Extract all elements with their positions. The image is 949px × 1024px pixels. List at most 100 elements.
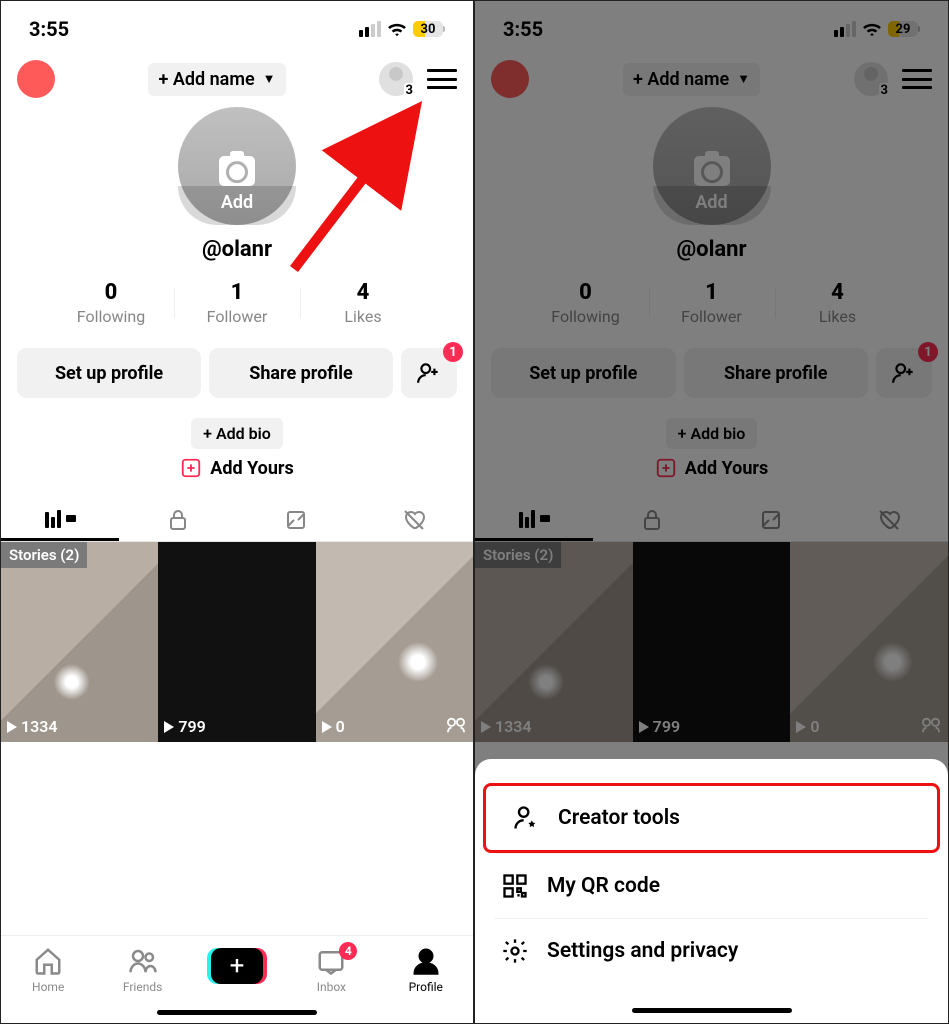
top-nav: + Add name ▼ 3 [475,47,948,105]
heart-hidden-icon [877,508,901,532]
play-icon [481,721,491,733]
avatar-add-label: Add [653,186,771,225]
tab-private[interactable] [593,499,711,541]
stat-likes[interactable]: 4Likes [300,280,426,326]
add-yours-button[interactable]: Add Yours [180,457,294,479]
home-icon [33,946,63,976]
share-profile-button[interactable]: Share profile [209,348,393,398]
setup-profile-button[interactable]: Set up profile [491,348,676,398]
play-icon [164,721,174,733]
tab-feed[interactable] [475,499,593,541]
video-thumb[interactable]: 799 [633,542,791,742]
battery-icon: 29 [888,21,920,37]
video-thumb[interactable]: Stories (2) 1334 [475,542,633,742]
add-yours-label: Add Yours [210,458,294,479]
content-tabs [475,499,948,542]
lock-icon [640,508,664,532]
signal-icon [359,21,381,37]
profile-icon [411,946,441,976]
feed-sort-icon [45,510,76,528]
plus-icon: + [230,953,245,979]
content-tabs [1,499,473,542]
video-thumb[interactable]: 0 [790,542,948,742]
add-name-button[interactable]: + Add name ▼ [623,63,760,96]
wifi-icon [861,21,883,37]
creator-tools-icon [512,804,540,832]
live-avatar-icon[interactable] [17,60,55,98]
video-thumb[interactable]: Stories (2) 1334 [1,542,158,742]
live-avatar-icon[interactable] [491,60,529,98]
account-switch-button[interactable]: 3 [854,62,888,96]
play-count: 0 [796,717,819,736]
profile-avatar-button[interactable]: Add [178,107,296,225]
play-icon [639,721,649,733]
tab-reposts[interactable] [712,499,830,541]
tab-home[interactable]: Home [8,946,88,994]
menu-button[interactable] [902,69,932,89]
play-count: 1334 [7,717,58,736]
menu-item-qr[interactable]: My QR code [475,854,948,918]
status-bar: 3:55 29 [475,1,948,47]
bio-area: + Add bio Add Yours [475,418,948,479]
phone-left: 3:55 30 + Add name ▼ 3 Add @olanr [0,0,474,1024]
share-profile-button[interactable]: Share profile [684,348,869,398]
stat-followers[interactable]: 1Follower [649,280,775,326]
time: 3:55 [29,17,69,41]
add-friends-button[interactable]: 1 [876,348,932,398]
play-icon [7,721,17,733]
username: @olanr [202,237,272,262]
setup-profile-button[interactable]: Set up profile [17,348,201,398]
add-name-label: + Add name [633,69,729,90]
add-friends-button[interactable]: 1 [401,348,457,398]
signal-icon [834,21,856,37]
create-button[interactable]: + [211,948,263,984]
menu-item-creator-tools[interactable]: Creator tools [483,783,940,853]
menu-button[interactable] [427,69,457,89]
profile-actions: Set up profile Share profile 1 [1,348,473,398]
video-thumb[interactable]: 0 [316,542,473,742]
add-bio-button[interactable]: + Add bio [191,418,283,449]
video-thumb[interactable]: 799 [158,542,315,742]
wifi-icon [386,21,408,37]
account-switch-button[interactable]: 3 [379,62,413,96]
stat-following[interactable]: 0Following [48,280,174,326]
tab-feed[interactable] [1,499,119,541]
tab-friends[interactable]: Friends [103,946,183,994]
menu-item-settings[interactable]: Settings and privacy [475,919,948,983]
profile-actions: Set up profile Share profile 1 [475,348,948,398]
pinned-icon [920,716,942,734]
account-count-badge: 3 [879,83,890,98]
pinned-icon [445,716,467,734]
tab-inbox[interactable]: Inbox4 [291,946,371,994]
tab-create[interactable]: + [197,946,277,984]
add-name-label: + Add name [158,69,254,90]
camera-icon [694,156,730,186]
stats-row: 0Following 1Follower 4Likes [475,280,948,326]
play-icon [322,721,332,733]
add-name-button[interactable]: + Add name ▼ [148,63,285,96]
stories-label: Stories (2) [475,542,561,568]
add-bio-button[interactable]: + Add bio [666,418,758,449]
tab-reposts[interactable] [237,499,355,541]
add-yours-button[interactable]: Add Yours [655,457,769,479]
feed-sort-icon [519,510,550,528]
tab-private[interactable] [119,499,237,541]
stat-following[interactable]: 0Following [523,280,649,326]
stat-followers[interactable]: 1Follower [174,280,300,326]
stats-row: 0Following 1Follower 4Likes [1,280,473,326]
add-yours-icon [180,457,202,479]
play-icon [796,721,806,733]
tab-liked[interactable] [355,499,473,541]
stories-label: Stories (2) [1,542,87,568]
qr-icon [501,872,529,900]
tab-liked[interactable] [830,499,948,541]
gear-icon [501,937,529,965]
home-indicator [157,1010,317,1015]
status-bar: 3:55 30 [1,1,473,47]
stat-likes[interactable]: 4Likes [775,280,901,326]
tab-profile[interactable]: Profile [386,946,466,994]
add-friends-badge: 1 [918,342,938,362]
profile-avatar-button[interactable]: Add [653,107,771,225]
menu-item-label: My QR code [547,874,660,898]
username: @olanr [676,237,746,262]
